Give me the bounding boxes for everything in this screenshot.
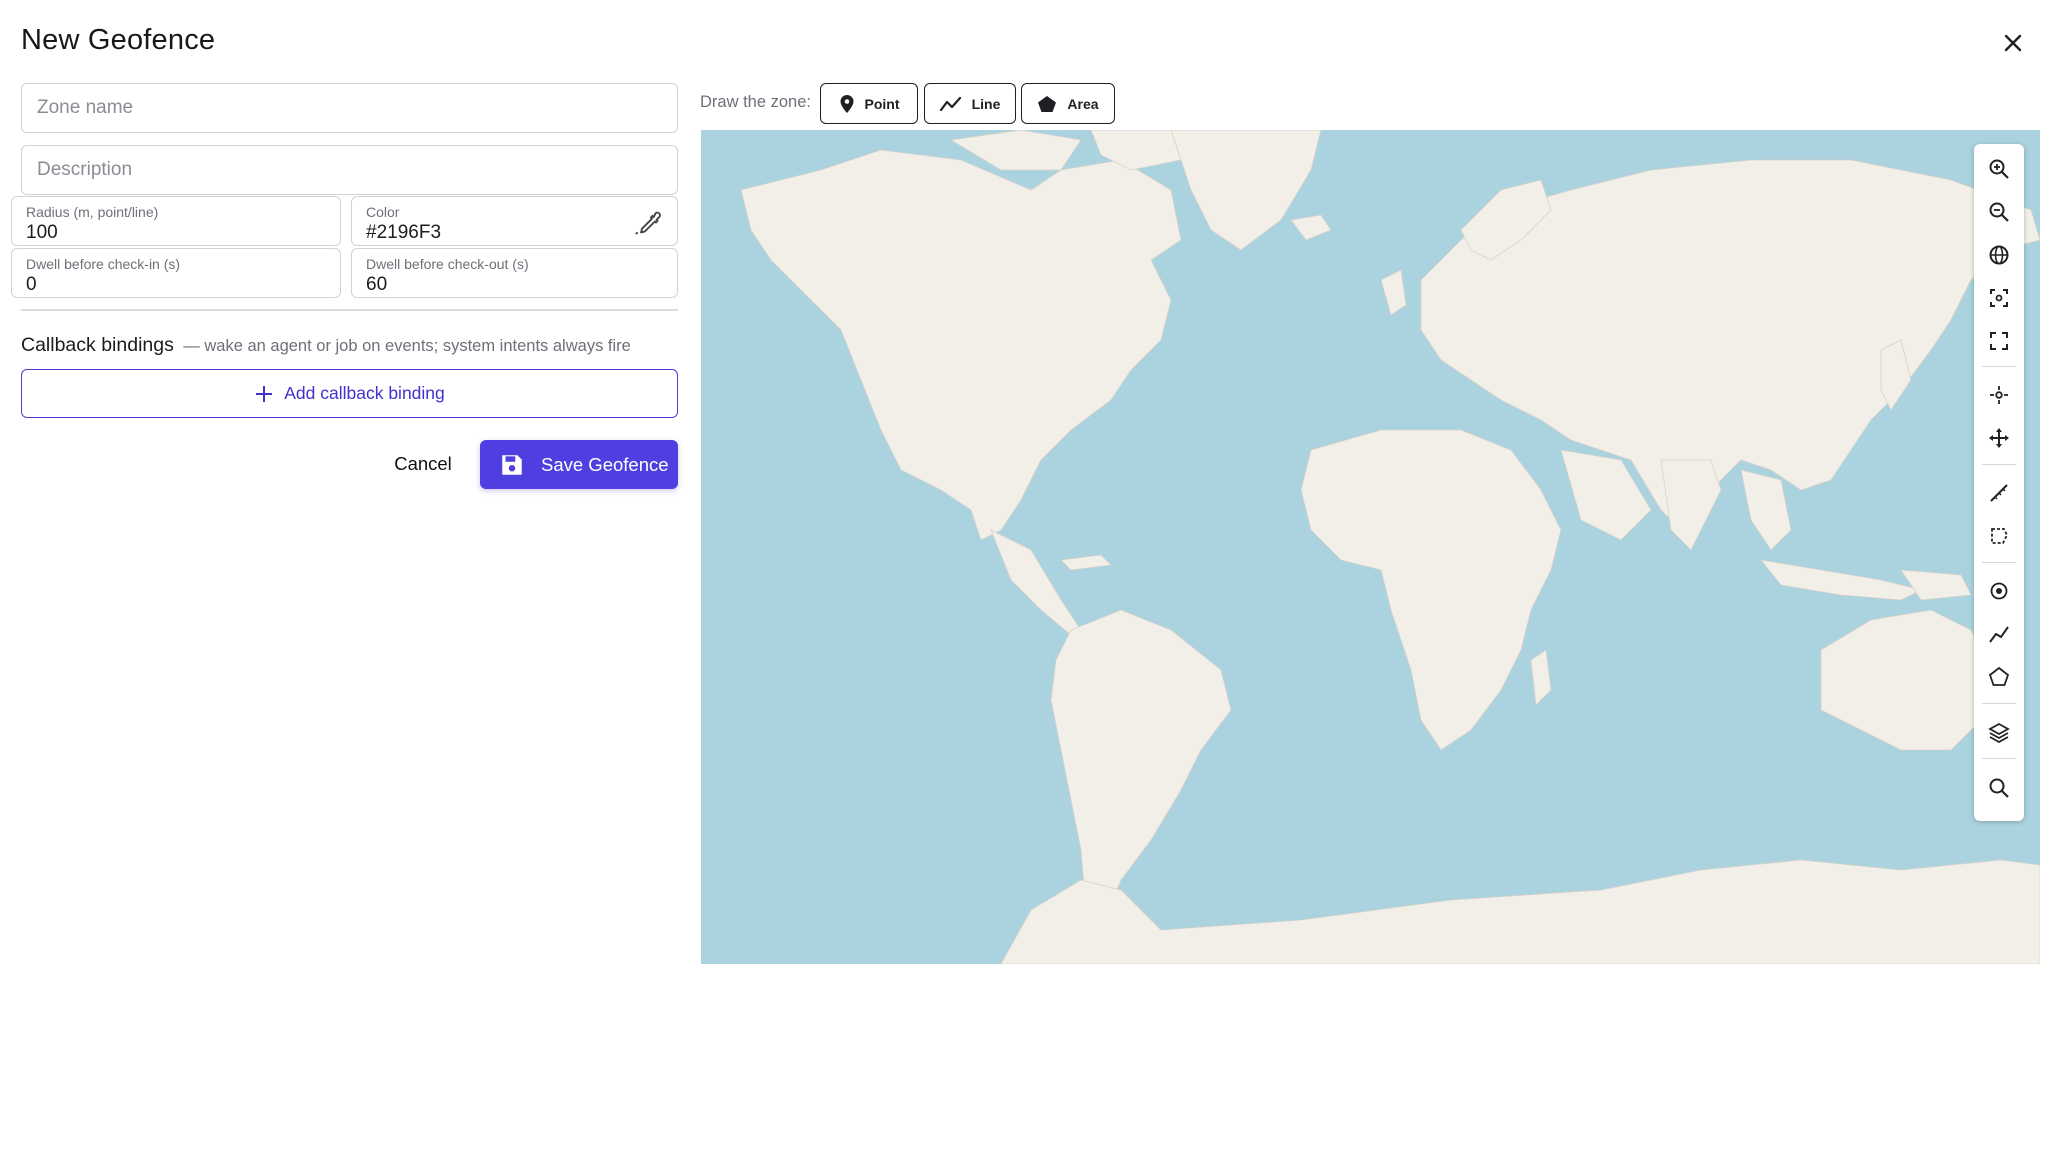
toolbar-separator <box>1982 366 2016 367</box>
dwell-checkout-value[interactable]: 60 <box>366 274 387 296</box>
save-geofence-button[interactable]: Save Geofence <box>480 440 678 489</box>
eyedropper-icon[interactable] <box>633 209 661 237</box>
draw-line-button[interactable] <box>1984 619 2014 649</box>
dwell-checkout-field[interactable]: Dwell before check-out (s) 60 <box>351 248 678 298</box>
dwell-checkin-value[interactable]: 0 <box>26 274 37 296</box>
zoom-in-button[interactable] <box>1984 154 2014 184</box>
toolbar-separator <box>1982 464 2016 465</box>
draw-polygon-icon <box>1988 666 2010 686</box>
draw-mode-area-label: Area <box>1067 95 1099 112</box>
measure-area-icon <box>1991 528 2009 544</box>
globe-button[interactable] <box>1984 240 2014 270</box>
draw-polygon-button[interactable] <box>1984 662 2014 692</box>
plus-icon <box>256 385 273 402</box>
draw-line-icon <box>1989 626 2009 643</box>
fullscreen-icon <box>1990 332 2008 350</box>
zoom-in-icon <box>1989 159 2009 179</box>
fullscreen-button[interactable] <box>1984 326 2014 356</box>
zone-name-input[interactable] <box>22 84 677 132</box>
draw-point-icon <box>1990 582 2008 600</box>
map-pin-icon <box>840 94 853 113</box>
zoom-out-icon <box>1989 202 2009 222</box>
pentagon-icon <box>1038 95 1057 112</box>
callback-title: Callback bindings <box>21 334 174 356</box>
draw-mode-line-label: Line <box>971 95 1001 112</box>
world-map-land <box>740 130 2040 964</box>
pan-button[interactable] <box>1984 423 2014 453</box>
draw-zone-label: Draw the zone: <box>700 93 811 111</box>
draw-point-button[interactable] <box>1984 576 2014 606</box>
zoom-to-selection-icon <box>1990 289 2008 307</box>
draw-mode-point-label: Point <box>864 95 900 112</box>
radius-field[interactable]: Radius (m, point/line) 100 <box>11 196 341 246</box>
close-icon[interactable] <box>1996 26 2030 60</box>
search-button[interactable] <box>1984 773 2014 803</box>
cancel-button[interactable]: Cancel <box>380 442 466 486</box>
callback-subtitle: — wake an agent or job on events; system… <box>183 337 631 355</box>
map-toolbar <box>1974 144 2024 821</box>
description-input[interactable] <box>22 146 677 194</box>
measure-line-button[interactable] <box>1984 478 2014 508</box>
zone-name-field[interactable] <box>21 83 678 133</box>
toolbar-separator <box>1982 562 2016 563</box>
description-field[interactable] <box>21 145 678 195</box>
save-geofence-label: Save Geofence <box>541 453 669 475</box>
measure-line-icon <box>1990 484 2008 502</box>
callback-heading: Callback bindings — wake an agent or job… <box>21 334 631 357</box>
zoom-to-selection-button[interactable] <box>1984 283 2014 313</box>
toolbar-separator <box>1982 703 2016 704</box>
toolbar-separator <box>1982 758 2016 759</box>
draw-mode-line-button[interactable]: Line <box>924 83 1016 124</box>
add-callback-label: Add callback binding <box>284 383 445 403</box>
locate-button[interactable] <box>1984 380 2014 410</box>
color-value[interactable]: #2196F3 <box>366 222 441 244</box>
search-icon <box>1989 778 2009 798</box>
layers-icon <box>1988 722 2010 743</box>
color-label: Color <box>366 204 400 220</box>
layers-button[interactable] <box>1984 717 2014 747</box>
locate-icon <box>1990 386 2008 404</box>
pan-icon <box>1989 428 2009 448</box>
measure-area-button[interactable] <box>1984 521 2014 551</box>
floppy-disk-icon <box>502 454 522 475</box>
dialog-title: New Geofence <box>21 24 216 56</box>
dwell-checkin-field[interactable]: Dwell before check-in (s) 0 <box>11 248 341 298</box>
draw-mode-area-button[interactable]: Area <box>1021 83 1115 124</box>
map-canvas[interactable] <box>701 130 2040 964</box>
dwell-checkin-label: Dwell before check-in (s) <box>26 256 181 272</box>
zoom-out-button[interactable] <box>1984 197 2014 227</box>
draw-mode-point-button[interactable]: Point <box>820 83 918 124</box>
polyline-icon <box>939 96 961 111</box>
globe-icon <box>1989 245 2009 265</box>
color-field[interactable]: Color #2196F3 <box>351 196 678 246</box>
add-callback-button[interactable]: Add callback binding <box>21 369 678 418</box>
dwell-checkout-label: Dwell before check-out (s) <box>366 256 529 272</box>
radius-value[interactable]: 100 <box>26 222 58 244</box>
radius-label: Radius (m, point/line) <box>26 204 159 220</box>
divider <box>21 309 678 311</box>
